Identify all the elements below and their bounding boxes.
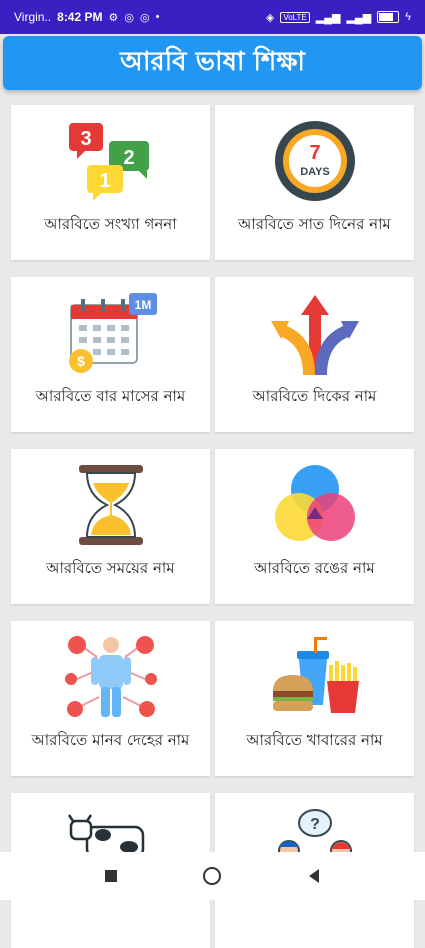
card-colors[interactable]: আরবিতে রঙের নাম: [215, 449, 414, 604]
settings-icon: ⚙: [108, 11, 119, 24]
carrier-label: Virgin..: [14, 10, 52, 24]
whatsapp-icon: ◎: [124, 11, 134, 24]
card-months[interactable]: 1M $ আরবিতে বার মাসের নাম: [11, 277, 210, 432]
status-bar: Virgin.. 8:42 PM ⚙ ◎ ◎ • ◈ VoLTE ▂▄▆ ▂▄▆…: [0, 0, 425, 34]
recent-apps-button[interactable]: [91, 856, 131, 896]
system-nav-bar: [0, 852, 425, 900]
calendar-month-icon: 1M $: [68, 293, 157, 373]
card-label: আরবিতে মানব দেহের নাম: [31, 731, 190, 749]
clock: 8:42 PM: [57, 10, 103, 24]
wifi-icon: ◈: [265, 11, 275, 24]
card-human-body[interactable]: আরবিতে মানব দেহের নাম: [11, 621, 210, 776]
color-circles-icon: [274, 465, 355, 541]
seven-number: 7: [309, 142, 320, 164]
card-time[interactable]: আরবিতে সময়ের নাম: [11, 449, 210, 604]
messenger-icon: ◎: [139, 11, 150, 24]
card-label: আরবিতে রঙের নাম: [254, 559, 375, 577]
topic-grid: 3 2 1 আরবিতে সংখ্যা গননা 7 DAYS আরবিতে স…: [11, 105, 414, 948]
direction-arrows-icon: [270, 295, 359, 375]
back-button[interactable]: [294, 856, 334, 896]
app-title: আরবি ভাষা শিক্ষা: [120, 47, 305, 77]
home-icon: [203, 867, 222, 885]
svg-text:?: ?: [310, 816, 320, 833]
human-body-icon: [64, 636, 157, 717]
charging-icon: ϟ: [405, 11, 411, 23]
numbers-chat-icon: 3 2 1: [68, 123, 149, 201]
back-icon: [309, 869, 320, 883]
number-2: 2: [123, 147, 134, 169]
signal-icon: ▂▄▆: [315, 11, 341, 24]
hourglass-icon: [78, 465, 143, 545]
app-bar: আরবি ভাষা শিক্ষা: [3, 36, 422, 90]
card-numbers[interactable]: 3 2 1 আরবিতে সংখ্যা গননা: [11, 105, 210, 260]
card-label: আরবিতে বার মাসের নাম: [35, 387, 186, 405]
card-label: আরবিতে সাত দিনের নাম: [238, 215, 391, 233]
card-label: আরবিতে দিকের নাম: [252, 387, 377, 405]
number-3: 3: [80, 128, 91, 150]
volte-badge: VoLTE: [280, 11, 310, 23]
card-food[interactable]: আরবিতে খাবারের নাম: [215, 621, 414, 776]
card-seven-days[interactable]: 7 DAYS আরবিতে সাত দিনের নাম: [215, 105, 414, 260]
svg-text:$: $: [77, 353, 85, 369]
battery-icon: [377, 11, 400, 23]
dot-icon: •: [155, 11, 160, 23]
days-word: DAYS: [300, 166, 330, 178]
card-label: আরবিতে সংখ্যা গননা: [44, 215, 177, 233]
home-button[interactable]: [192, 856, 232, 896]
one-month-badge: 1M: [134, 298, 151, 312]
number-1: 1: [99, 170, 110, 192]
card-directions[interactable]: আরবিতে দিকের নাম: [215, 277, 414, 432]
recent-apps-icon: [104, 870, 117, 882]
card-label: আরবিতে সময়ের নাম: [46, 559, 175, 577]
signal-icon-2: ▂▄▆: [346, 11, 372, 24]
food-icon: [272, 637, 359, 713]
card-label: আরবিতে খাবারের নাম: [246, 731, 383, 749]
seven-days-icon: 7 DAYS: [274, 121, 355, 201]
